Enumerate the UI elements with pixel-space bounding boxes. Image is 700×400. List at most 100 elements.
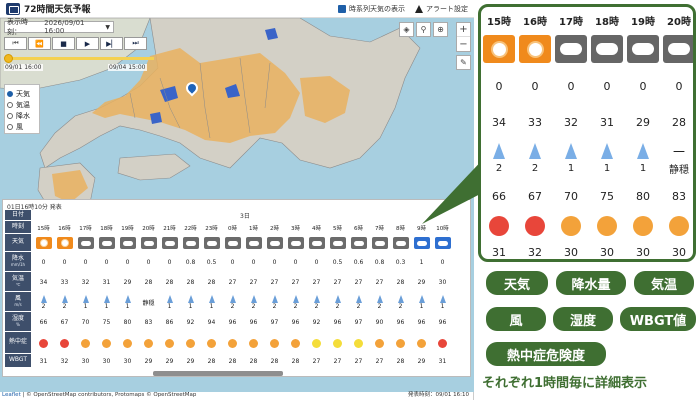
locate-button[interactable]: ⚲ [416, 22, 431, 37]
zoom-out-button[interactable]: − [457, 37, 470, 51]
display-time-label: 表示時刻： [7, 18, 28, 36]
wind-arrow-icon [166, 294, 173, 303]
heat-risk-face-icon [144, 338, 153, 348]
layer-label: 降水 [16, 111, 30, 120]
next-frame-button[interactable]: ▶▏ [100, 37, 123, 50]
weather-cell [264, 234, 285, 252]
title-bar: 72時間天気予報 時系列天気の表示 アラート設定 [0, 0, 474, 18]
wind-speed: 1 [440, 302, 445, 310]
temp-cell: 32 [81, 278, 90, 286]
row-header: 湿度% [5, 312, 31, 332]
zoom-temp: 31 [600, 115, 614, 129]
wind-arrow-icon [376, 294, 383, 303]
app-title: 72時間天気予報 [24, 5, 91, 15]
hour-cell: 7時 [375, 225, 384, 232]
heat-risk-face-icon [270, 338, 279, 348]
radio-icon [7, 112, 13, 119]
wind-cell: 2 [369, 292, 390, 312]
wind-speed: 2 [335, 302, 340, 310]
layer-option-wind[interactable]: 風 [7, 121, 37, 132]
chevron-down-icon: ▼ [105, 23, 110, 31]
weather-cell [411, 234, 432, 252]
step-forward-icon: ▶▏ [106, 39, 117, 48]
globe-button[interactable]: ⊕ [433, 22, 448, 37]
zoom-hour: 15時 [487, 16, 511, 28]
wbgt-cell: 29 [186, 357, 195, 365]
row-header: 天気 [5, 234, 31, 252]
rain-icon [434, 237, 451, 249]
layer-option-precip[interactable]: 降水 [7, 110, 37, 121]
timeseries-toggle[interactable]: 時系列天気の表示 [338, 4, 405, 14]
wind-cell: 2 [285, 292, 306, 312]
sunny-icon [56, 237, 73, 249]
zoom-temp: 29 [636, 115, 650, 129]
radio-icon [7, 101, 13, 108]
temp-cell: 27 [333, 278, 342, 286]
hourly-forecast-table: 01日16時10分 発表 3日 日付 時刻 天気 降水 mm/1h 気温 ℃ 風 m/s 湿度% 熱… [2, 199, 471, 377]
zoom-hour: 20時 [667, 16, 691, 28]
display-time-select[interactable]: 表示時刻： 2026/09/01 16:00 ▼ [4, 18, 114, 36]
stop-button[interactable]: ■ [52, 37, 75, 50]
zoom-humidity: 70 [564, 189, 578, 203]
cloudy-icon [98, 237, 115, 249]
zoom-weather [661, 35, 693, 63]
last-frame-button[interactable]: ⏭ [124, 37, 147, 50]
row-header-label: 日付 [11, 210, 24, 218]
precip-cell: 0 [41, 258, 46, 266]
weather-cell [306, 234, 327, 252]
humidity-cell: 92 [186, 318, 195, 326]
wind-arrow-icon [355, 294, 362, 303]
wind-arrow-icon [397, 294, 404, 303]
zoom-precip: 0 [531, 79, 539, 93]
wind-cell: 2 [222, 292, 243, 312]
measure-button[interactable]: ✎ [456, 55, 471, 70]
play-button[interactable]: ▶ [76, 37, 99, 50]
temp-cell: 33 [60, 278, 69, 286]
wind-cell: 1 [75, 292, 96, 312]
zoom-humidity: 83 [672, 189, 686, 203]
zoom-wind-arrow [553, 141, 589, 161]
heat-risk-face-icon [60, 338, 69, 348]
cloudy-icon [77, 237, 94, 249]
zoom-precip: 0 [675, 79, 683, 93]
hour-cell: 17時 [79, 225, 92, 232]
precip-cell: 0 [314, 258, 319, 266]
time-slider[interactable] [4, 54, 154, 63]
temp-cell: 34 [39, 278, 48, 286]
time-slider-handle[interactable] [4, 54, 13, 63]
hour-cell: 4時 [312, 225, 321, 232]
precip-cell: 0.5 [206, 258, 217, 266]
first-frame-button[interactable]: ⏮ [4, 37, 27, 50]
prev-frame-button[interactable]: ⏪ [28, 37, 51, 50]
precip-cell: 0 [146, 258, 151, 266]
zoom-wind-speed: 2 [495, 162, 503, 174]
table-scrollbar[interactable] [153, 371, 283, 376]
heat-risk-face-icon [525, 216, 545, 236]
wbgt-cell: 28 [228, 357, 237, 365]
humidity-cell: 97 [270, 318, 279, 326]
weather-cell [243, 234, 264, 252]
row-header-label: 熱中症 [8, 338, 27, 346]
layer-option-temp[interactable]: 気温 [7, 99, 37, 110]
layers-button[interactable]: ◈ [399, 22, 414, 37]
leaflet-link[interactable]: Leaflet [2, 392, 21, 398]
alert-settings-link[interactable]: アラート設定 [415, 4, 468, 14]
zoom-wbgt: 32 [528, 245, 542, 259]
radio-icon [7, 90, 13, 97]
wind-arrow-icon [103, 294, 110, 303]
temp-cell: 29 [123, 278, 132, 286]
layer-option-weather[interactable]: 天気 [7, 88, 37, 99]
wind-cell: 1 [180, 292, 201, 312]
zoom-heat-risk [589, 215, 625, 237]
zoom-temp: 34 [492, 115, 506, 129]
precip-cell: 0 [104, 258, 109, 266]
zoom-in-button[interactable]: + [457, 23, 470, 37]
weather-cell [75, 234, 96, 252]
cloudy-icon [224, 237, 241, 249]
zoom-hour: 17時 [559, 16, 583, 28]
skip-start-icon: ⏮ [12, 39, 19, 47]
forecast-app: 72時間天気予報 時系列天気の表示 アラート設定 表示時刻： 2026/09/0… [0, 0, 474, 400]
heat-risk-face-icon [81, 338, 90, 348]
heat-risk-face-icon [669, 216, 689, 236]
rain-area-blue-4 [150, 112, 162, 124]
